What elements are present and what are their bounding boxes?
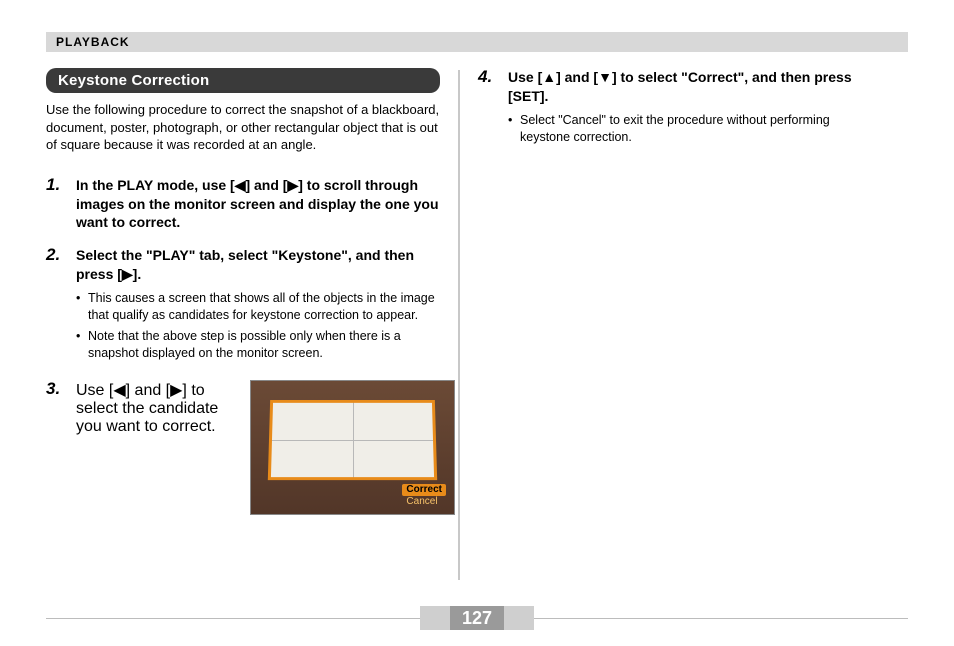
step-1: 1. In the PLAY mode, use [◀] and [▶] to … xyxy=(46,176,440,233)
step-body: In the PLAY mode, use [◀] and [▶] to scr… xyxy=(76,176,440,233)
example-screenshot: Correct Cancel xyxy=(250,380,455,515)
bullet-item: This causes a screen that shows all of t… xyxy=(76,290,440,324)
page-footer: 127 xyxy=(46,606,908,630)
page-number-pad-left xyxy=(420,606,450,630)
step-bullets: This causes a screen that shows all of t… xyxy=(76,290,440,362)
bullet-item: Note that the above step is possible onl… xyxy=(76,328,440,362)
menu-correct: Correct xyxy=(402,484,446,496)
step-lead: Select the "PLAY" tab, select "Keystone"… xyxy=(76,246,440,284)
section-header: PLAYBACK xyxy=(46,32,908,52)
page-number: 127 xyxy=(450,606,504,630)
left-column: Keystone Correction Use the following pr… xyxy=(46,68,458,580)
step-number: 1. xyxy=(46,176,68,233)
step-body: Select the "PLAY" tab, select "Keystone"… xyxy=(76,246,440,365)
intro-paragraph: Use the following procedure to correct t… xyxy=(46,101,440,154)
step-4: 4. Use [▲] and [▼] to select "Correct", … xyxy=(478,68,872,150)
step-body: Use [▲] and [▼] to select "Correct", and… xyxy=(508,68,872,150)
menu-cancel: Cancel xyxy=(402,496,446,508)
step-body: Use [◀] and [▶] to select the candidate … xyxy=(76,380,455,515)
step-lead: Use [◀] and [▶] to select the candidate … xyxy=(76,380,236,436)
step-number: 4. xyxy=(478,68,500,150)
content-columns: Keystone Correction Use the following pr… xyxy=(46,68,872,580)
keystone-outline xyxy=(268,400,437,480)
right-column: 4. Use [▲] and [▼] to select "Correct", … xyxy=(460,68,872,580)
step-3: 3. Use [◀] and [▶] to select the candida… xyxy=(46,380,440,515)
step-lead: Use [▲] and [▼] to select "Correct", and… xyxy=(508,68,872,106)
step-lead: In the PLAY mode, use [◀] and [▶] to scr… xyxy=(76,176,440,233)
page-number-pad-right xyxy=(504,606,534,630)
step-2: 2. Select the "PLAY" tab, select "Keysto… xyxy=(46,246,440,365)
footer-rule xyxy=(534,618,908,619)
section-header-label: PLAYBACK xyxy=(56,35,130,49)
step-bullets: Select "Cancel" to exit the procedure wi… xyxy=(508,112,872,146)
page-number-block: 127 xyxy=(420,606,534,630)
correct-cancel-menu: Correct Cancel xyxy=(402,484,446,508)
footer-rule xyxy=(46,618,420,619)
bullet-item: Select "Cancel" to exit the procedure wi… xyxy=(508,112,872,146)
topic-title: Keystone Correction xyxy=(46,68,440,93)
step-text-block: Use [◀] and [▶] to select the candidate … xyxy=(76,380,236,436)
step-number: 3. xyxy=(46,380,68,515)
step-number: 2. xyxy=(46,246,68,365)
